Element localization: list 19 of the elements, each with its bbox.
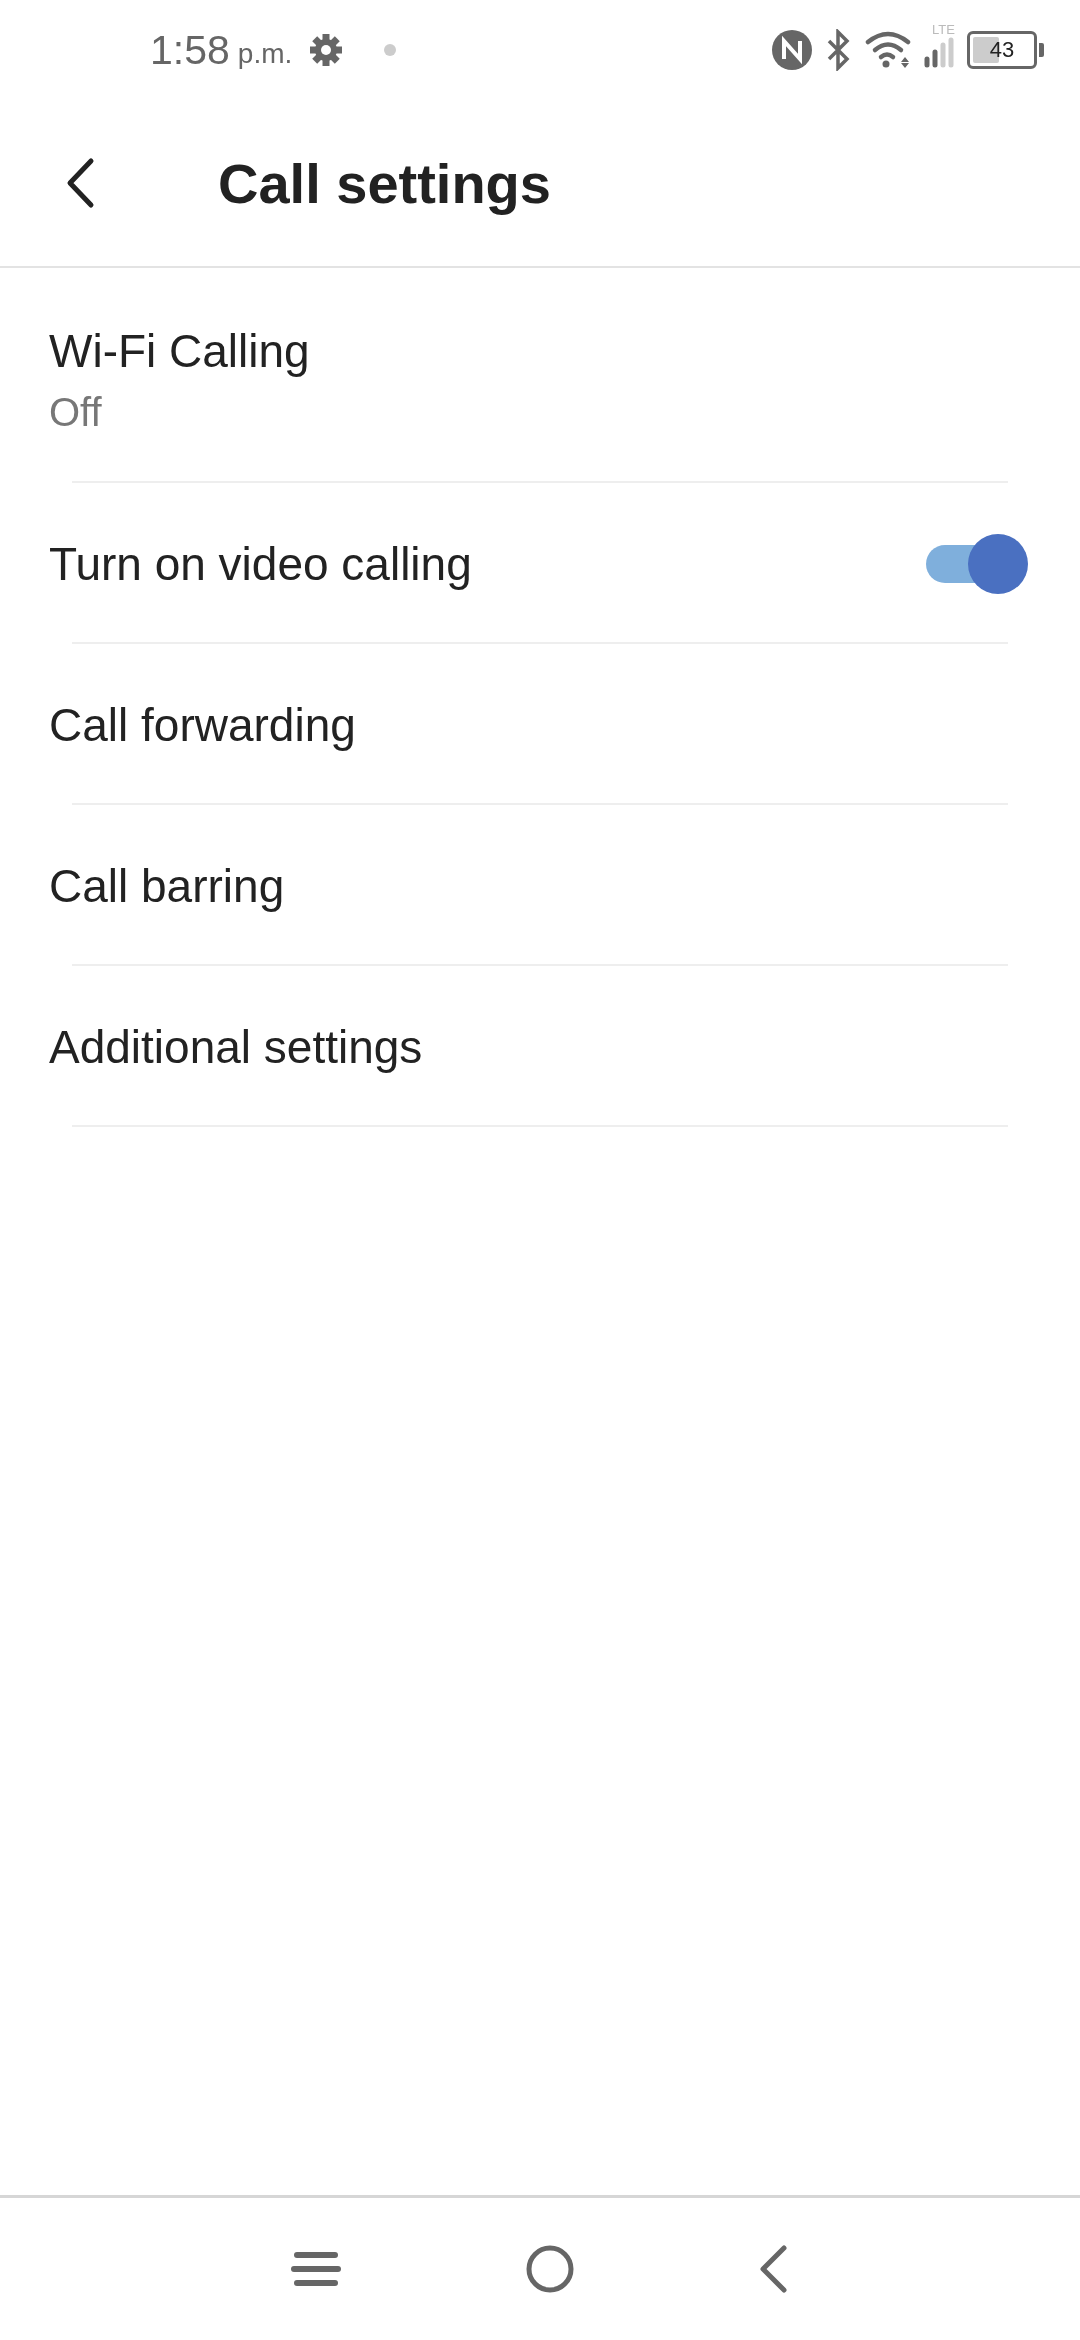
signal-icon — [923, 37, 955, 69]
screen-title: Call settings — [218, 150, 551, 216]
setting-title: Wi-Fi Calling — [49, 324, 310, 378]
nfc-icon — [771, 29, 813, 71]
setting-title: Call barring — [49, 858, 285, 913]
clock-period: p.m. — [237, 38, 293, 70]
wifi-icon — [865, 31, 911, 69]
clock-time: 1:58 — [150, 26, 230, 74]
back-icon[interactable] — [759, 2244, 789, 2294]
setting-title: Additional settings — [49, 1019, 423, 1074]
setting-title: Turn on video calling — [49, 536, 472, 591]
home-icon[interactable] — [525, 2244, 575, 2294]
network-type-label: LTE — [932, 23, 955, 37]
menu-icon[interactable] — [291, 2251, 341, 2287]
setting-value: Off — [49, 390, 103, 435]
battery-indicator: 43 — [967, 31, 1044, 69]
setting-title: Call forwarding — [49, 697, 356, 752]
gear-icon — [308, 32, 345, 68]
dot-icon — [384, 44, 397, 56]
